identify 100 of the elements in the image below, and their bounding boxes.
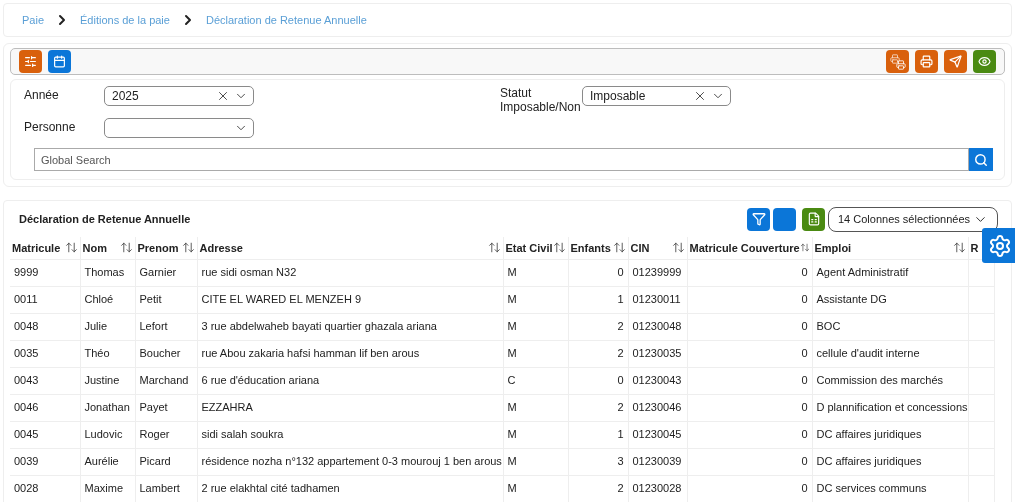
table-title: Déclaration de Retenue Annuelle <box>19 211 192 227</box>
table-cell: M <box>507 482 517 495</box>
filters-button[interactable] <box>19 50 42 73</box>
table-cell: 0 <box>617 266 624 279</box>
table-cell: Roger <box>139 428 170 441</box>
send-button[interactable] <box>944 50 967 73</box>
table-cell: 0 <box>801 482 808 495</box>
table-cell: CITE EL WARED EL MENZEH 9 <box>201 293 362 306</box>
table-cell: Agent Administratif <box>816 266 909 279</box>
column-header[interactable]: Prenom <box>137 239 182 256</box>
table-cell: 0046 <box>14 401 39 414</box>
table-cell: 2 <box>617 482 624 495</box>
sort-icon[interactable] <box>119 241 133 255</box>
table-cell: 0048 <box>14 320 39 333</box>
batch-print-button[interactable] <box>886 50 909 73</box>
field-label: Statut Imposable/Non <box>500 86 582 114</box>
table-cell: 01230011 <box>632 293 681 306</box>
table-cell: 3 <box>617 455 624 468</box>
table-cell: 1 <box>617 293 624 306</box>
table-cell: Picard <box>139 455 171 468</box>
table-cell: sidi salah soukra <box>201 428 284 441</box>
sort-icon[interactable] <box>181 241 195 255</box>
column-header[interactable]: Adresse <box>199 239 488 256</box>
sort-icon[interactable] <box>671 241 685 255</box>
table-cell: DC affaires juridiques <box>816 455 922 468</box>
calendar-button[interactable] <box>48 50 71 73</box>
sort-icon[interactable] <box>612 241 626 255</box>
table-cell: M <box>507 320 517 333</box>
table-cell: 01230046 <box>632 401 682 414</box>
settings-button[interactable] <box>982 228 1015 263</box>
table-cell: Julie <box>84 320 108 333</box>
table-cell: M <box>507 293 517 306</box>
sort-icon[interactable] <box>552 241 566 255</box>
table-cell: Garnier <box>139 266 177 279</box>
empty-button[interactable] <box>773 207 796 231</box>
column-header[interactable]: Emploi <box>814 239 953 256</box>
table-cell: 2 <box>617 347 624 360</box>
person-select[interactable] <box>104 118 254 138</box>
filter-button[interactable] <box>747 207 770 231</box>
calendar-icon <box>53 55 66 68</box>
preview-button[interactable] <box>973 50 996 73</box>
table-cell: 2 rue elakhtal cité tadhamen <box>201 482 340 495</box>
table-cell: Payet <box>139 401 168 414</box>
sliders-icon <box>24 55 37 68</box>
column-header[interactable]: Etat Civil <box>505 239 553 256</box>
table-cell: 2 <box>617 320 624 333</box>
sort-icon[interactable] <box>487 241 501 255</box>
table-cell: 0039 <box>14 455 39 468</box>
search-field[interactable]: Global Search <box>34 148 969 171</box>
table-cell: EZZAHRA <box>201 401 253 414</box>
search-icon <box>974 152 988 167</box>
table-cell: Justine <box>84 374 120 387</box>
table-cell: 0 <box>801 293 808 306</box>
printers-icon <box>889 53 906 70</box>
table-cell: 0 <box>801 320 808 333</box>
excel-export-button[interactable] <box>802 207 825 231</box>
table-cell: Lefort <box>139 320 168 333</box>
eye-icon <box>978 55 991 68</box>
table-cell: 0045 <box>14 428 39 441</box>
table-cell: Théo <box>84 347 110 360</box>
clear-icon[interactable] <box>693 89 707 103</box>
filter-icon <box>751 212 766 226</box>
sort-icon[interactable] <box>64 241 78 255</box>
table-cell: 3 rue abdelwaheb bayati quartier ghazala ariana <box>201 320 437 333</box>
table-cell: 01230035 <box>632 347 682 360</box>
table-cell: rue sidi osman N32 <box>201 266 297 279</box>
search-button[interactable] <box>969 148 993 171</box>
column-header[interactable]: R <box>970 239 979 256</box>
sort-icon[interactable] <box>952 241 966 255</box>
table-cell: D plannification et concessions <box>816 401 968 414</box>
table-cell: 0011 <box>14 293 38 306</box>
column-header[interactable]: Matricule Couverture <box>689 239 800 256</box>
table-cell: C <box>507 374 516 387</box>
print-button[interactable] <box>915 50 938 73</box>
columns-select[interactable]: 14 Colonnes sélectionnées <box>828 206 998 232</box>
table-cell: M <box>507 455 517 468</box>
table-cell: 0 <box>801 428 808 441</box>
year-select[interactable]: 2025 <box>104 86 254 106</box>
table-cell: Assistante DG <box>816 293 887 306</box>
table-cell: rue Abou zakaria hafsi hamman lif ben arous <box>201 347 420 360</box>
table-cell: 9999 <box>14 266 39 279</box>
table-cell: M <box>507 266 517 279</box>
table-cell: 0 <box>801 266 808 279</box>
table-cell: Maxime <box>84 482 123 495</box>
table-cell: 2 <box>617 401 624 414</box>
table-cell: BOC <box>816 320 841 333</box>
column-header[interactable]: CIN <box>630 239 672 256</box>
clear-icon[interactable] <box>216 89 230 103</box>
column-header[interactable]: Enfants <box>570 239 613 256</box>
table-cell: 0028 <box>14 482 39 495</box>
table-cell: 1 <box>617 428 624 441</box>
table-cell: 6 rue d'éducation ariana <box>201 374 320 387</box>
status-select[interactable]: Imposable <box>582 86 731 106</box>
table-cell: Jonathan <box>84 401 130 414</box>
table-cell: cellule d'audit interne <box>816 347 920 360</box>
table-cell: 01230043 <box>632 374 682 387</box>
column-header[interactable]: Matricule <box>12 239 65 256</box>
table-cell: 01230039 <box>632 455 682 468</box>
table-cell: Chloé <box>84 293 114 306</box>
column-header[interactable]: Nom <box>82 239 120 256</box>
